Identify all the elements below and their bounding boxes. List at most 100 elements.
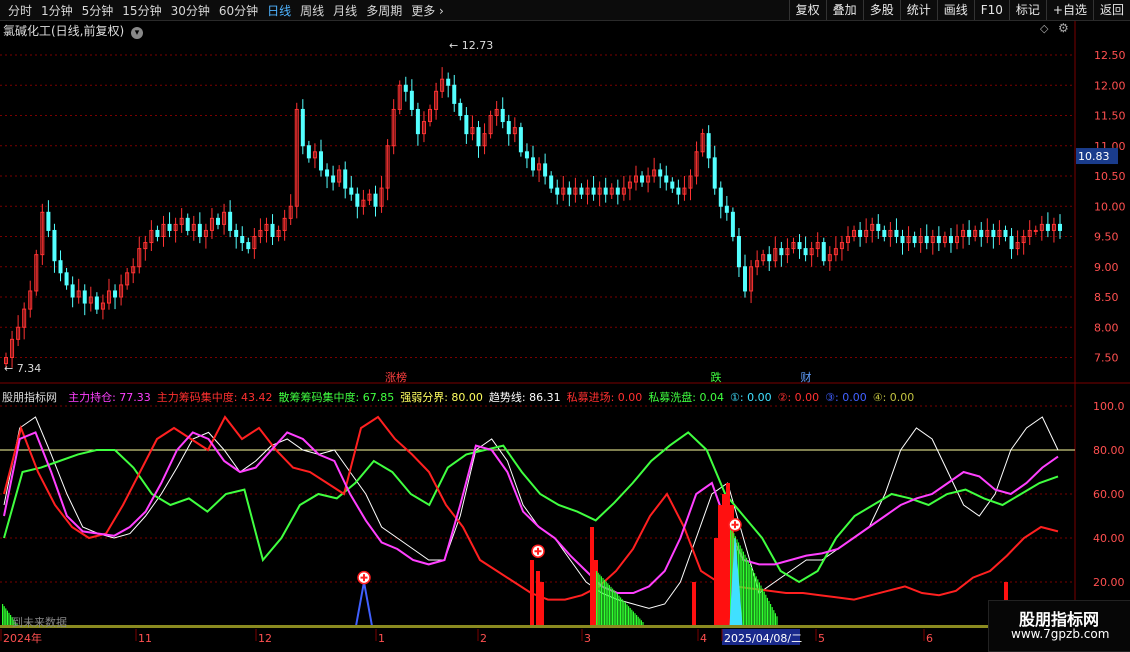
candle-body — [240, 236, 245, 244]
stock-title-text: 氯碱化工(日线,前复权) — [3, 24, 125, 38]
candle-body — [446, 78, 451, 86]
legend-item-4: 趋势线: 86.31 — [488, 391, 561, 404]
indicator-legend: 股朋指标网 主力持仓: 77.33 主力筹码集中度: 43.42 散筹筹码集中度: … — [2, 386, 920, 404]
toolbar-button-6[interactable]: 标记 — [1008, 0, 1046, 20]
private-wash-bar — [752, 570, 754, 628]
candle-body — [318, 151, 323, 171]
candle-body — [924, 236, 929, 244]
candle-body — [216, 217, 221, 225]
candle-body — [518, 127, 523, 153]
legend-item-3: 强弱分界: 80.00 — [400, 391, 483, 404]
candle-body — [948, 236, 953, 244]
candle-body — [524, 151, 529, 159]
private-entry-bar — [692, 582, 696, 628]
period-tab-1[interactable]: 1分钟 — [41, 2, 73, 19]
candle-body — [967, 229, 972, 237]
candle-body — [228, 211, 233, 231]
period-tab-0[interactable]: 分时 — [8, 2, 32, 19]
toolbar-button-1[interactable]: 叠加 — [825, 0, 863, 20]
date-label-1: 11 — [138, 632, 152, 645]
candle-body — [567, 187, 572, 195]
period-tab-9[interactable]: 多周期 — [366, 2, 402, 19]
candle-body — [325, 169, 330, 177]
chevron-down-icon[interactable]: ▾ — [131, 27, 144, 39]
toolbar-button-4[interactable]: 画线 — [936, 0, 974, 20]
period-tab-3[interactable]: 15分钟 — [122, 2, 161, 19]
candle-body — [664, 175, 669, 183]
candle-body — [615, 187, 620, 195]
date-label-6: 4 — [700, 632, 707, 645]
candle-body — [82, 290, 87, 304]
toolbar-button-5[interactable]: F10 — [973, 0, 1009, 20]
toolbar-button-7[interactable]: +自选 — [1045, 0, 1093, 20]
candle-body — [730, 211, 735, 238]
private-wash-bar — [763, 591, 765, 628]
private-wash-bar — [744, 554, 746, 628]
private-wash-bar — [599, 574, 601, 628]
candle-body — [676, 187, 681, 195]
private-wash-bar — [750, 567, 752, 628]
indicator-tick-label: 20.00 — [1093, 576, 1125, 589]
private-wash-bar — [604, 579, 606, 628]
candle-body — [1009, 236, 1014, 250]
candle-body — [658, 169, 663, 177]
candle-body — [506, 121, 511, 135]
price-tick-label: 11.50 — [1094, 110, 1126, 123]
period-tabs: 分时 1分钟 5分钟 15分钟 30分钟 60分钟 日线 周线 月线 多周期 更多 › — [8, 0, 453, 20]
candle-body — [343, 169, 348, 189]
date-label-3: 1 — [378, 632, 385, 645]
legend-item-1: 主力筹码集中度: 43.42 — [156, 391, 273, 404]
private-wash-bar — [629, 607, 631, 628]
candle-body — [670, 181, 675, 189]
candle-body — [882, 229, 887, 237]
diamond-icon[interactable]: ◇ — [1040, 22, 1048, 35]
chart-area[interactable]: 12.5012.0011.5011.0010.5010.009.509.008.… — [0, 21, 1130, 650]
toolbar-button-2[interactable]: 多股 — [862, 0, 900, 20]
candle-body — [876, 223, 881, 231]
period-tab-10[interactable]: 更多 › — [411, 2, 444, 19]
private-wash-bar — [613, 590, 615, 628]
period-tab-5[interactable]: 60分钟 — [219, 2, 258, 19]
current-price-label: 10.83 — [1078, 150, 1110, 163]
private-entry-bar — [590, 527, 594, 628]
candle-body — [640, 175, 645, 183]
private-wash-bar — [3, 606, 5, 628]
period-tab-8[interactable]: 月线 — [333, 2, 357, 19]
period-tab-6[interactable]: 日线 — [267, 2, 291, 19]
candle-body — [155, 229, 160, 237]
candle-body — [706, 133, 711, 159]
private-wash-bar — [770, 604, 772, 628]
date-label-7: 2025/04/08/二 — [724, 632, 802, 645]
private-wash-bar — [623, 600, 625, 628]
toolbar-button-8[interactable]: 返回 — [1092, 0, 1130, 20]
candle-body — [58, 260, 63, 274]
candle-body — [718, 187, 723, 207]
settings-gear-icon[interactable]: ⚙ — [1058, 21, 1069, 35]
candle-body — [712, 157, 717, 189]
date-label-4: 2 — [480, 632, 487, 645]
toolbar-buttons: 复权 叠加 多股 统计 画线 F10 标记 +自选 返回 — [788, 0, 1130, 20]
candle-body — [603, 187, 608, 195]
candle-body — [52, 229, 57, 262]
candle-body — [936, 236, 941, 244]
private-entry-bar — [536, 571, 540, 628]
date-label-2: 12 — [258, 632, 272, 645]
legend-item-10: ④: 0.00 — [872, 391, 915, 404]
private-wash-bar — [616, 593, 618, 628]
toolbar-button-0[interactable]: 复权 — [788, 0, 826, 20]
candle-body — [246, 242, 251, 250]
candle-body — [409, 90, 414, 110]
toolbar-button-3[interactable]: 统计 — [899, 0, 937, 20]
period-tab-2[interactable]: 5分钟 — [82, 2, 114, 19]
price-tick-label: 9.00 — [1094, 261, 1119, 274]
legend-item-6: 私募洗盘: 0.04 — [648, 391, 725, 404]
candle-body — [797, 242, 802, 250]
period-tab-7[interactable]: 周线 — [300, 2, 324, 19]
legend-item-7: ①: 0.00 — [730, 391, 772, 404]
private-entry-bar — [540, 582, 544, 628]
period-tab-4[interactable]: 30分钟 — [171, 2, 210, 19]
private-wash-bar — [755, 576, 757, 628]
candle-body — [94, 296, 99, 310]
private-wash-bar — [766, 597, 768, 628]
candle-body — [46, 211, 51, 231]
